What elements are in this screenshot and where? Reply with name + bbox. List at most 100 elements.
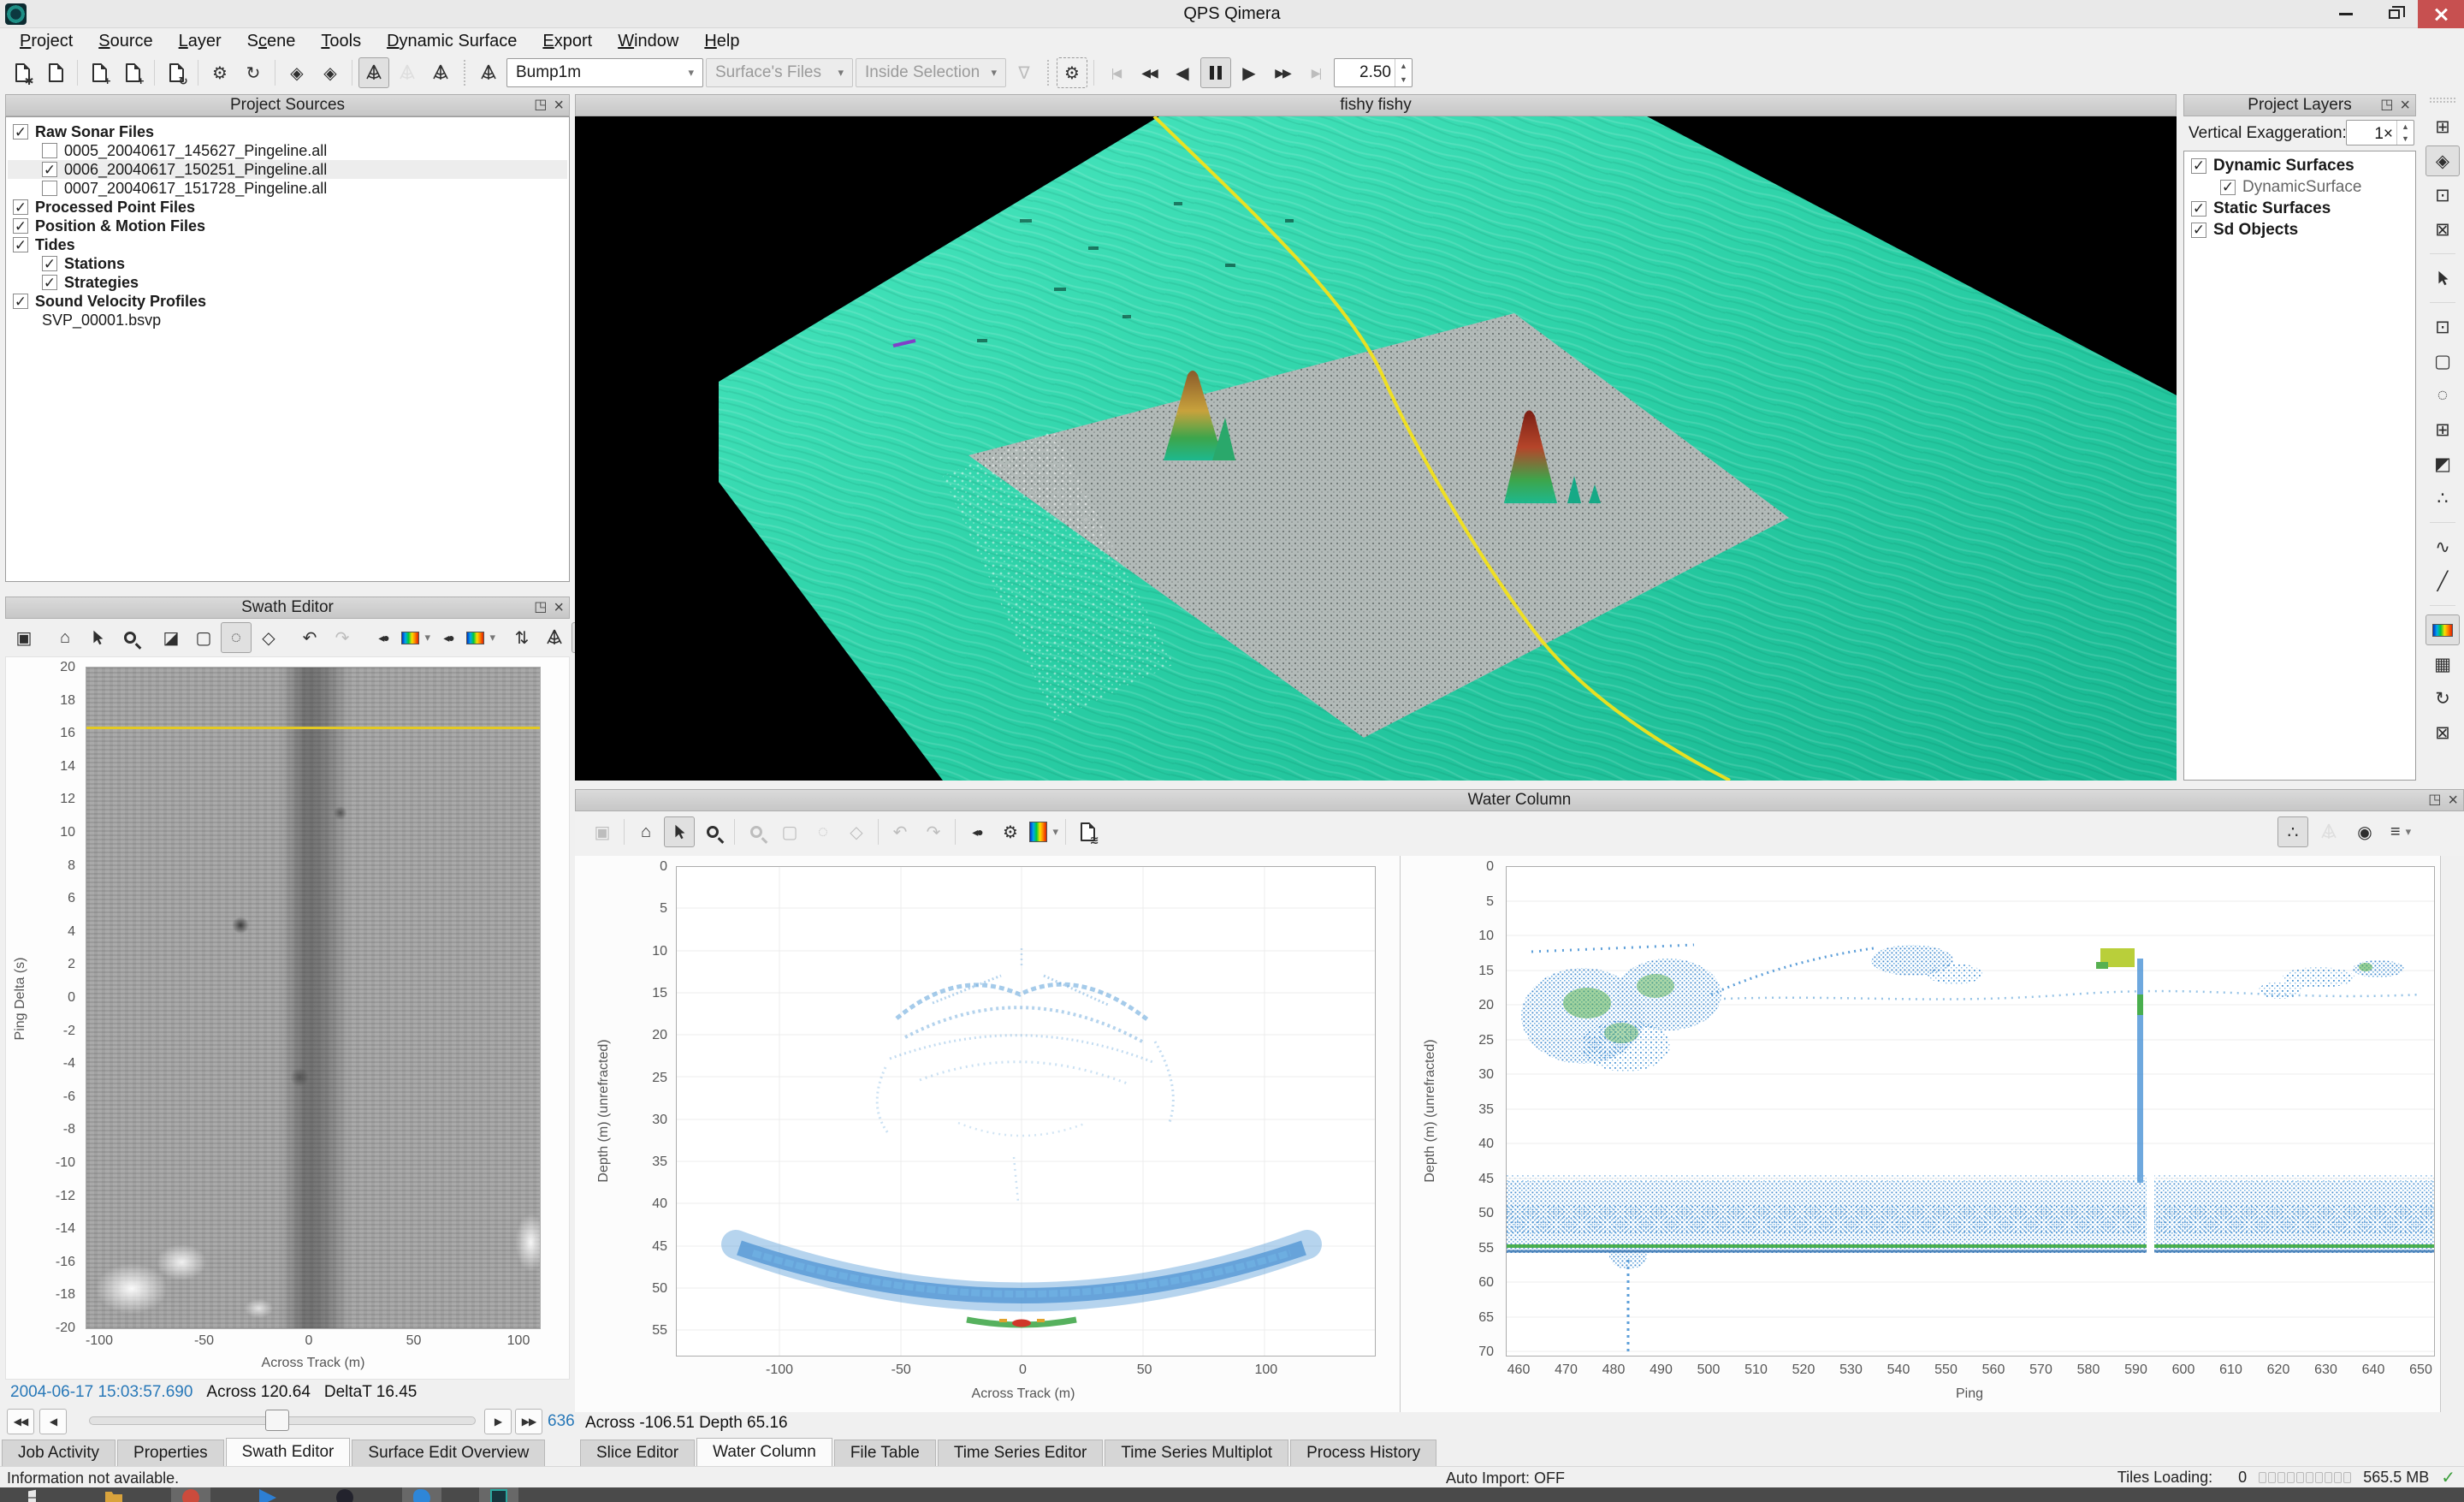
checkbox[interactable] <box>42 143 57 158</box>
minimize-button[interactable] <box>2322 0 2370 28</box>
pick-point-icon[interactable]: ◂● <box>962 816 992 847</box>
checkbox[interactable]: ✓ <box>2191 158 2206 174</box>
accept-points-icon[interactable]: ◂● <box>368 622 399 653</box>
plot-divider[interactable] <box>2440 856 2441 1412</box>
filter-selection-icon[interactable]: ∇ <box>1009 57 1040 88</box>
close-button[interactable] <box>2418 0 2464 28</box>
project-layers-header[interactable]: Project Layers ◳× <box>2183 94 2416 116</box>
home-icon[interactable]: ⌂ <box>631 816 661 847</box>
view-options-icon[interactable]: ≡▾ <box>2385 816 2416 847</box>
rotate-icon[interactable]: ↻ <box>2426 683 2460 714</box>
new-project-icon[interactable]: ✱ <box>7 57 38 88</box>
lasso-select-icon[interactable]: ◌ <box>2426 380 2460 411</box>
tree-item[interactable]: 0007_20040617_151728_Pingeline.all <box>8 179 567 198</box>
close-panel-icon[interactable]: × <box>554 97 564 114</box>
checkbox[interactable]: ✓ <box>13 237 28 252</box>
tab-file-table[interactable]: File Table <box>834 1440 936 1466</box>
depth-bounds-icon[interactable]: ⇅ <box>506 622 537 653</box>
tab-process-history[interactable]: Process History <box>1290 1440 1436 1466</box>
checkbox[interactable]: ✓ <box>13 199 28 215</box>
reject-polygon-icon[interactable]: ◇ <box>253 622 284 653</box>
grid-view-icon[interactable]: ⊞ <box>2426 111 2460 142</box>
zoom-icon[interactable] <box>115 622 145 653</box>
vertical-exaggeration-spinner[interactable]: 1× ▲▼ <box>2346 120 2414 145</box>
swath-editor-header[interactable]: Swath Editor ◳× <box>5 597 570 619</box>
reject-points-icon[interactable]: ◂● <box>433 622 464 653</box>
select-polygon-icon[interactable]: ◇ <box>841 816 872 847</box>
plot-divider[interactable] <box>1400 856 1401 1412</box>
file-explorer-icon[interactable] <box>94 1487 133 1502</box>
surface-view-icon[interactable]: ◈ <box>2426 145 2460 176</box>
tree-item[interactable]: ✓Dynamic Surfaces <box>2186 155 2414 176</box>
checkbox[interactable]: ✓ <box>2220 180 2236 195</box>
plane-edit-icon[interactable]: ◩ <box>2426 448 2460 479</box>
redo-icon[interactable]: ↷ <box>327 622 358 653</box>
reprocess-icon[interactable]: ↻ <box>238 57 269 88</box>
restore-button[interactable] <box>2370 0 2418 28</box>
checkbox[interactable]: ✓ <box>13 124 28 140</box>
surface-combo[interactable]: Bump1m▾ <box>506 58 703 87</box>
tab-swath-editor[interactable]: Swath Editor <box>226 1438 351 1466</box>
colormap-icon[interactable] <box>2426 614 2460 645</box>
float-panel-icon[interactable]: ◳ <box>2380 98 2393 112</box>
zoom-icon[interactable] <box>697 816 728 847</box>
tab-time-series-multiplot[interactable]: Time Series Multiplot <box>1105 1440 1288 1466</box>
close-panel-icon[interactable]: × <box>554 599 564 616</box>
tree-item[interactable]: ✓Static Surfaces <box>2186 198 2414 219</box>
water-column-ping-plot-canvas[interactable] <box>1506 866 2435 1357</box>
ping-slider-handle[interactable] <box>265 1410 289 1431</box>
skip-end-button[interactable]: ▶| <box>1300 57 1331 88</box>
menu-dynamic-surface[interactable]: Dynamic Surface <box>374 29 530 54</box>
menu-layer[interactable]: Layer <box>166 29 234 54</box>
eraser-icon[interactable]: ◪ <box>156 622 187 653</box>
ping-back-button[interactable]: ◀ <box>39 1409 67 1434</box>
points-display-icon[interactable]: ∴ <box>2277 816 2308 847</box>
checkbox[interactable]: ✓ <box>42 256 57 271</box>
fast-forward-button[interactable]: ▶▶ <box>1267 57 1298 88</box>
tree-item[interactable]: 0005_20040617_145627_Pingeline.all <box>8 141 567 160</box>
ping-forward-button[interactable]: ▶ <box>484 1409 512 1434</box>
step-back-button[interactable]: ◀ <box>1167 57 1198 88</box>
rect-edit-icon[interactable]: ⊞ <box>2426 414 2460 445</box>
menu-tools[interactable]: Tools <box>308 29 374 54</box>
zoom-to-surface-icon[interactable]: ⊡ <box>2426 180 2460 211</box>
filter-beams-icon[interactable] <box>473 57 504 88</box>
close-panel-icon[interactable]: × <box>2448 792 2458 809</box>
tab-surface-edit-overview[interactable]: Surface Edit Overview <box>352 1440 545 1466</box>
tree-item[interactable]: ✓DynamicSurface <box>2186 176 2414 198</box>
undo-icon[interactable]: ↶ <box>294 622 325 653</box>
rect-select-icon[interactable]: ▢ <box>2426 346 2460 377</box>
swath-plot-canvas[interactable] <box>86 667 541 1329</box>
water-column-toggle-icon[interactable] <box>425 57 456 88</box>
accept-selection-icon[interactable]: ▾ <box>400 622 431 653</box>
lock-dynamic-surface-icon[interactable]: ◈ <box>315 57 346 88</box>
zoom-to-extent-icon[interactable]: ⊠ <box>2426 214 2460 245</box>
tree-item[interactable]: ✓Sound Velocity Profiles <box>8 292 567 311</box>
menu-export[interactable]: Export <box>530 29 605 54</box>
reject-rectangle-icon[interactable]: ▢ <box>188 622 219 653</box>
checkbox[interactable]: ✓ <box>42 162 57 177</box>
ruler-icon[interactable]: ╱ <box>2426 566 2460 597</box>
taskbar-app-2[interactable] <box>248 1487 287 1502</box>
selection-combo[interactable]: Inside Selection▾ <box>856 58 1006 87</box>
reject-lasso-icon[interactable]: ◌ <box>221 622 252 653</box>
tab-job-activity[interactable]: Job Activity <box>2 1440 116 1466</box>
checkbox[interactable]: ✓ <box>2191 201 2206 217</box>
checkbox[interactable] <box>42 181 57 196</box>
taskbar-app-3[interactable] <box>325 1487 364 1502</box>
close-panel-icon[interactable]: × <box>2400 97 2410 114</box>
mesh-view-icon[interactable]: ▦ <box>2426 649 2460 680</box>
taskbar-app-4[interactable] <box>402 1487 441 1502</box>
undo-icon[interactable]: ↶ <box>885 816 915 847</box>
menu-window[interactable]: Window <box>605 29 691 54</box>
wc-settings-icon[interactable]: ⚙ <box>995 816 1026 847</box>
processing-settings-icon[interactable]: ⚙ <box>204 57 235 88</box>
tree-item[interactable]: ✓Stations <box>8 254 567 273</box>
checkbox[interactable]: ✓ <box>42 275 57 290</box>
menu-project[interactable]: Project <box>7 29 86 54</box>
add-processed-point-files-icon[interactable]: + <box>117 57 148 88</box>
scene-3d-canvas[interactable] <box>575 116 2177 781</box>
tree-item[interactable]: ✓0006_20040617_150251_Pingeline.all <box>8 160 567 179</box>
files-combo[interactable]: Surface's Files▾ <box>706 58 853 87</box>
float-panel-icon[interactable]: ◳ <box>2428 793 2441 807</box>
